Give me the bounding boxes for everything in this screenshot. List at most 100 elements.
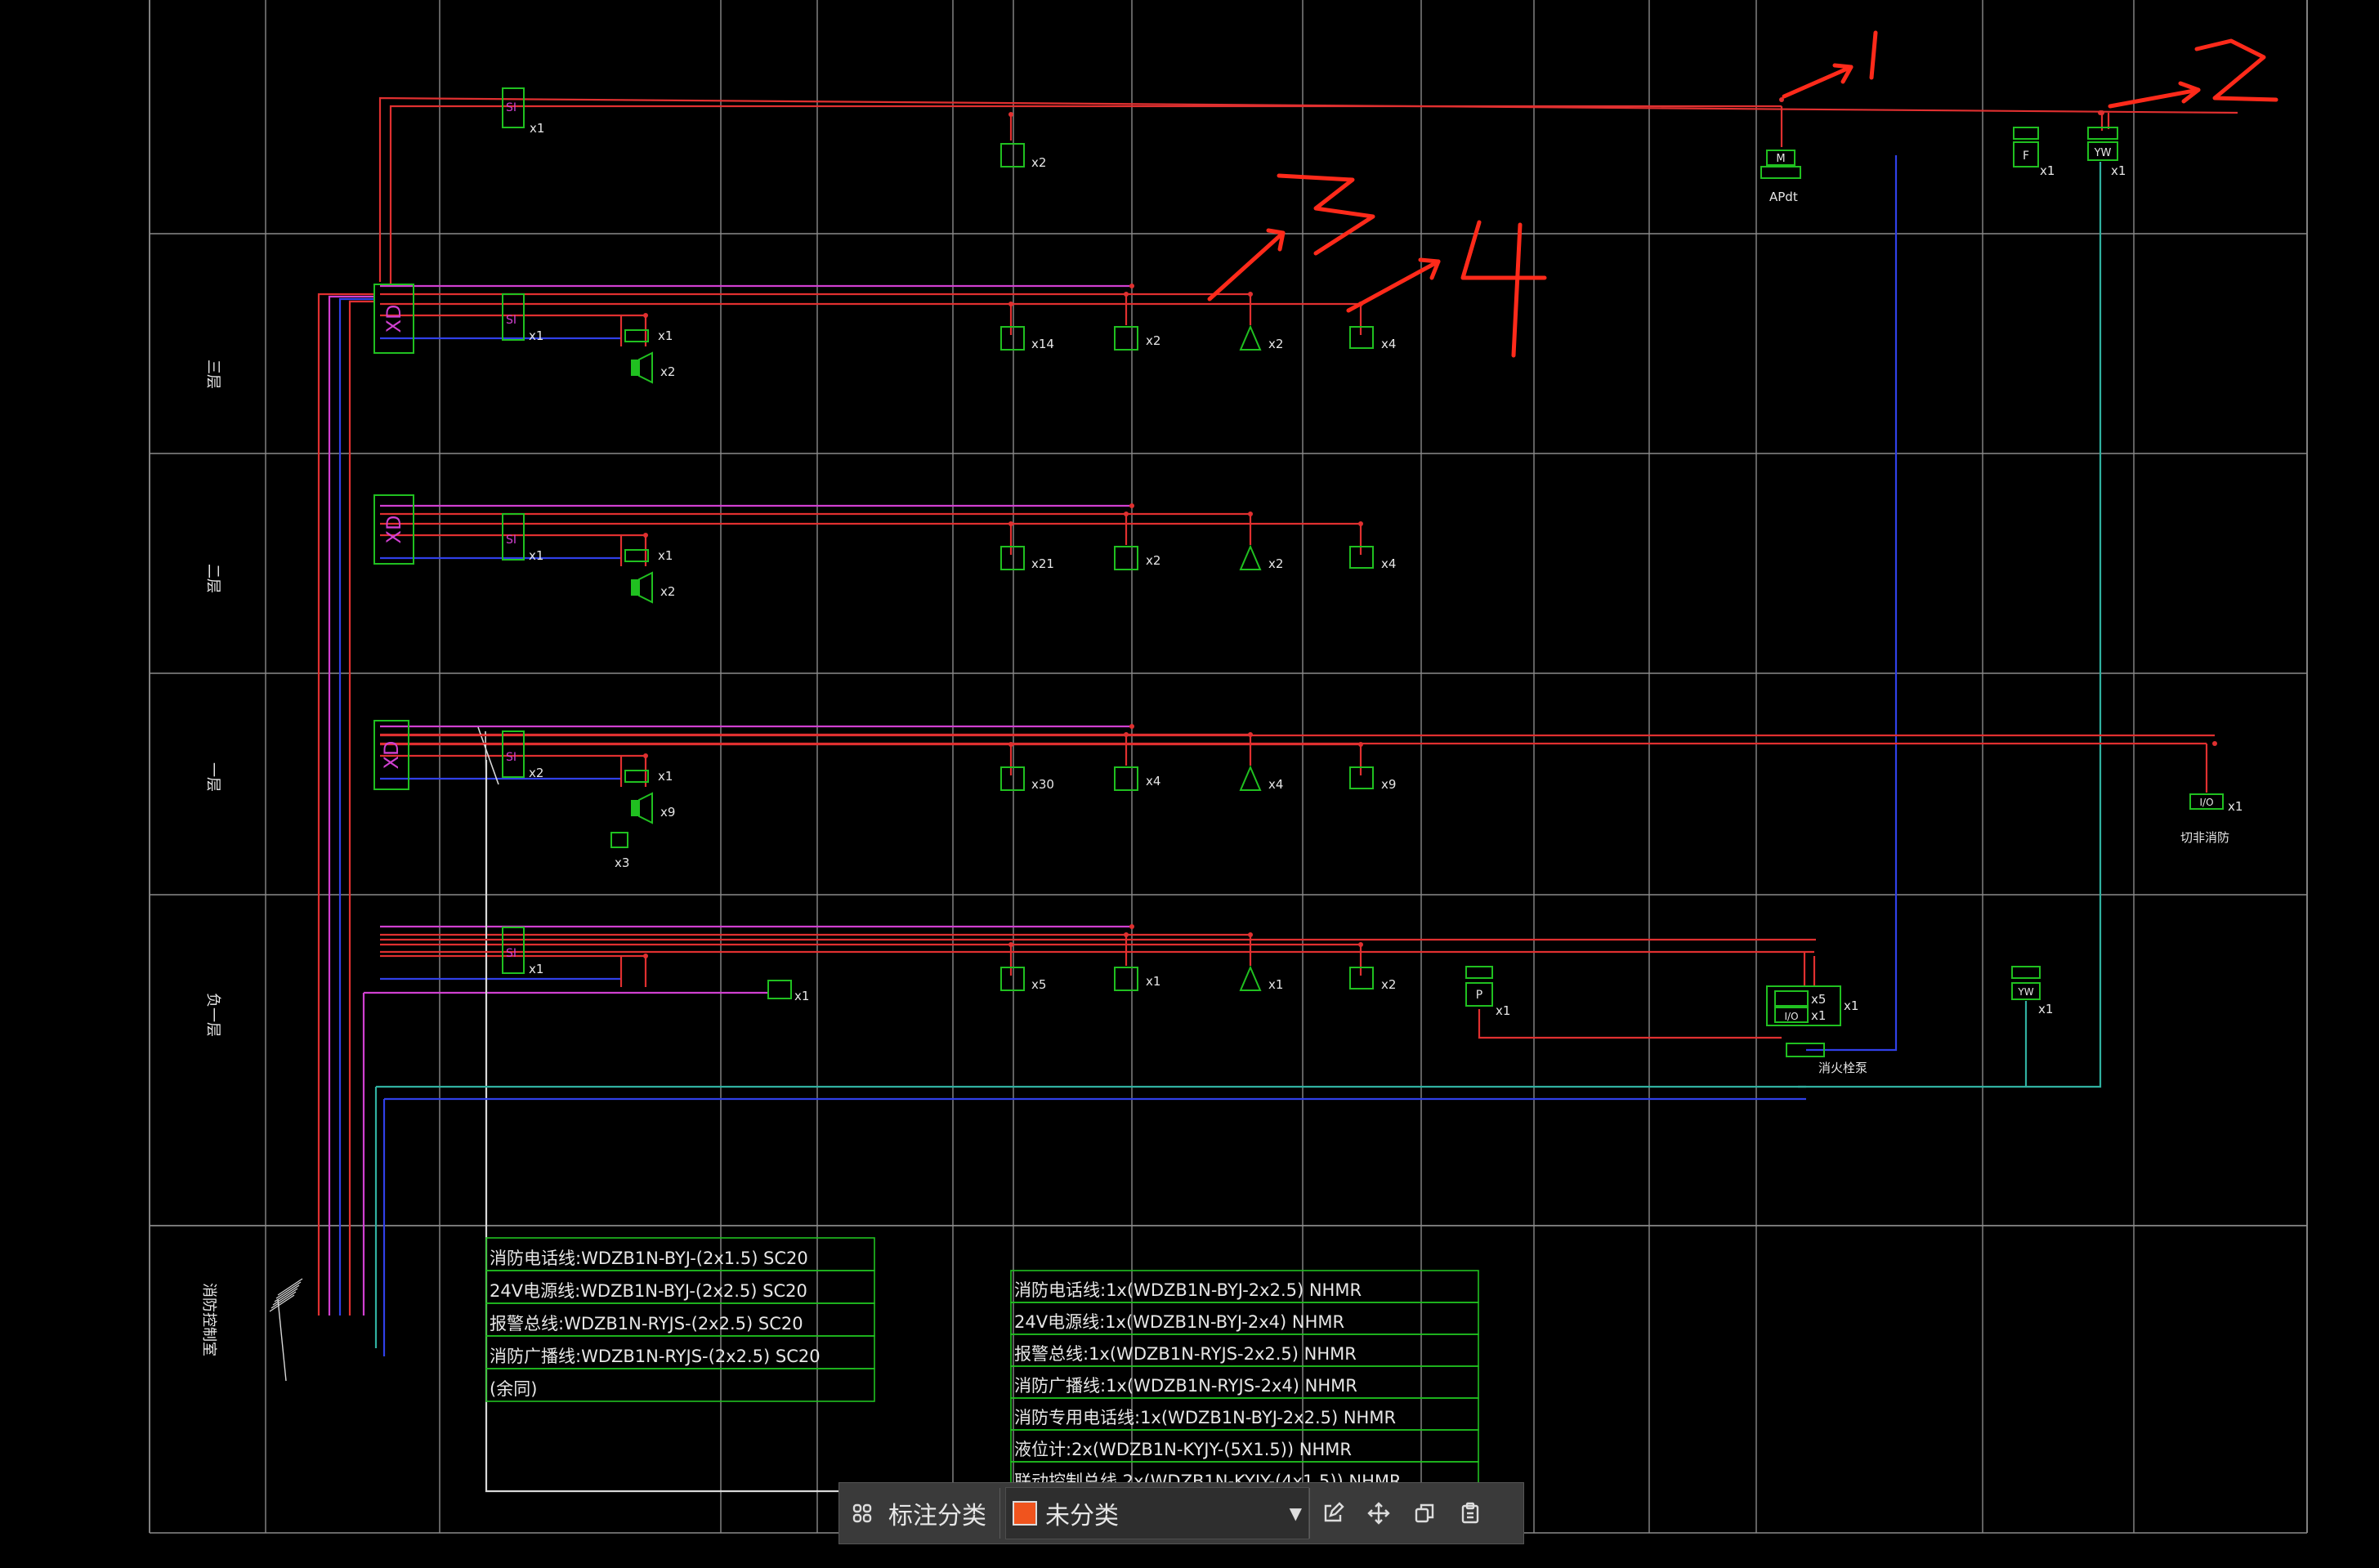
wire-riser (328, 295, 374, 1316)
xd-label: XD (382, 305, 405, 333)
yw-label: YW (2094, 147, 2112, 159)
legend-left-row (485, 1368, 875, 1402)
io-count: x1 (2228, 799, 2243, 814)
wire-white (485, 760, 838, 1493)
phone-count: x1 (794, 989, 809, 1003)
legend-left-text: 报警总线:WDZB1N-RYJS-(2x2.5) SC20 (490, 1314, 803, 1333)
speaker-icon (610, 832, 628, 848)
horn-icon (631, 800, 639, 816)
junction-dot (2212, 741, 2217, 746)
heat-count: x2 (1146, 333, 1160, 348)
paste-icon[interactable] (1447, 1488, 1493, 1539)
p-count: x1 (1496, 1003, 1510, 1018)
break-mark (275, 1281, 302, 1299)
hydrant-count: x4 (1381, 556, 1396, 571)
horn-icon (638, 571, 653, 604)
hydrant-count: x2 (1381, 977, 1396, 992)
yw-module-top (2011, 966, 2041, 979)
io-caption: 切非消防 (2180, 830, 2229, 845)
si-count: x1 (530, 121, 544, 136)
junction-dot (1129, 924, 1134, 929)
digit-1 (1869, 30, 1878, 80)
yw-count: x1 (2111, 163, 2126, 178)
alarm-count: x4 (1268, 777, 1283, 792)
manual-alarm-icon (1239, 765, 1262, 791)
io-count: x1 (658, 769, 673, 784)
si-label: SI (506, 314, 516, 327)
annotation-toolbar: 标注分类 未分类 ▼ (838, 1482, 1524, 1544)
junction-dot (2098, 110, 2103, 115)
heat-detector-icon (1114, 766, 1138, 791)
pump-count: x5 (1811, 992, 1826, 1007)
legend-right-text: 消防专用电话线:1x(WDZB1N-BYJ-2x2.5) NHMR (1014, 1408, 1396, 1427)
hydrant-count: x9 (1381, 777, 1396, 792)
move-icon[interactable] (1356, 1488, 1402, 1539)
junction-dot (1129, 284, 1134, 288)
labels: x1 x14 x2 x2 x4 x1 x2 三层 x1 x21 x2 x2 x4 x1 x2 二层 x2 x30 x… (200, 121, 2243, 1356)
f-label: F (2023, 150, 2029, 163)
smoke-count: x5 (1031, 977, 1046, 992)
si-label: SI (506, 534, 516, 547)
si-count: x2 (529, 766, 543, 780)
legend-left-text: (余同) (490, 1379, 537, 1399)
smoke-count: x14 (1031, 337, 1054, 351)
io-module (624, 770, 649, 783)
legends: 消防电话线:WDZB1N-BYJ-(2x1.5) SC20 24V电源线:WDZB… (485, 1237, 1479, 1494)
pump-count: x1 (1844, 998, 1858, 1013)
category-color-swatch (1013, 1501, 1037, 1526)
wire-riser (338, 297, 374, 1316)
pump-io (1774, 990, 1809, 1007)
digit-2 (2194, 38, 2278, 102)
smoke-detector-icon (1000, 967, 1025, 991)
yw-label: YW (2017, 986, 2033, 998)
phone-jack-icon (767, 980, 792, 999)
wire-cyan (1798, 162, 2102, 1088)
smoke-count: x30 (1031, 777, 1054, 792)
edit-icon[interactable] (1310, 1488, 1356, 1539)
smoke-count: x2 (1031, 155, 1046, 170)
pump-caption: 消火栓泵 (1818, 1061, 1867, 1075)
io-label: I/O (1784, 1011, 1798, 1022)
wire-break-mark (485, 730, 487, 785)
legend-right-text: 24V电源线:1x(WDZB1N-BYJ-2x4) NHMR (1014, 1312, 1344, 1332)
m-label: M (1776, 153, 1785, 165)
grid-icon[interactable] (839, 1488, 885, 1539)
si-label: SI (506, 751, 516, 764)
manual-alarm-icon (1239, 324, 1262, 351)
handwritten-annotations (1207, 30, 2278, 358)
legend-left-text: 消防广播线:WDZB1N-RYJS-(2x2.5) SC20 (490, 1347, 821, 1366)
horn-count: x9 (660, 805, 675, 820)
si-count: x1 (529, 548, 543, 563)
break-mark (272, 1288, 298, 1306)
io-module (624, 549, 649, 562)
legend-right-text: 报警总线:1x(WDZB1N-RYJS-2x2.5) NHMR (1014, 1344, 1357, 1364)
legend-right-text: 消防广播线:1x(WDZB1N-RYJS-2x4) NHMR (1014, 1376, 1357, 1396)
heat-count: x2 (1146, 553, 1160, 568)
category-label: 标注分类 (885, 1488, 1000, 1539)
copy-icon[interactable] (1402, 1488, 1447, 1539)
category-select[interactable]: 未分类 ▼ (1005, 1487, 1309, 1539)
xd-label: XD (382, 516, 405, 544)
break-mark (277, 1298, 287, 1382)
si-count: x1 (529, 962, 543, 976)
floor-label: 一层 (204, 762, 221, 792)
heat-detector-icon (1114, 326, 1138, 351)
system-diagram-canvas: XD SIXD SIXD SISISI x1x14 x2 x2 x4x1x2三层x1x21 x… (149, 0, 2308, 1534)
digit-4 (1511, 222, 1523, 358)
heat-detector-icon (1114, 546, 1138, 570)
speaker-count: x3 (615, 855, 629, 870)
heat-count: x1 (1146, 974, 1160, 989)
alarm-count: x2 (1268, 556, 1283, 571)
junction-dot (1129, 724, 1134, 729)
manual-alarm-icon (1239, 544, 1262, 570)
legend-left-text: 24V电源线:WDZB1N-BYJ-(2x2.5) SC20 (490, 1281, 807, 1301)
p-module-top (1465, 966, 1493, 979)
io-count: x1 (658, 328, 673, 343)
smoke-count: x21 (1031, 556, 1054, 571)
alarm-count: x2 (1268, 337, 1283, 351)
io-label: I/O (2199, 797, 2213, 808)
wire-roof-bus (389, 105, 1782, 286)
floor-label: 二层 (204, 564, 221, 593)
control-room-label: 消防控制室 (200, 1283, 217, 1356)
smoke-detector-icon (1000, 143, 1025, 168)
